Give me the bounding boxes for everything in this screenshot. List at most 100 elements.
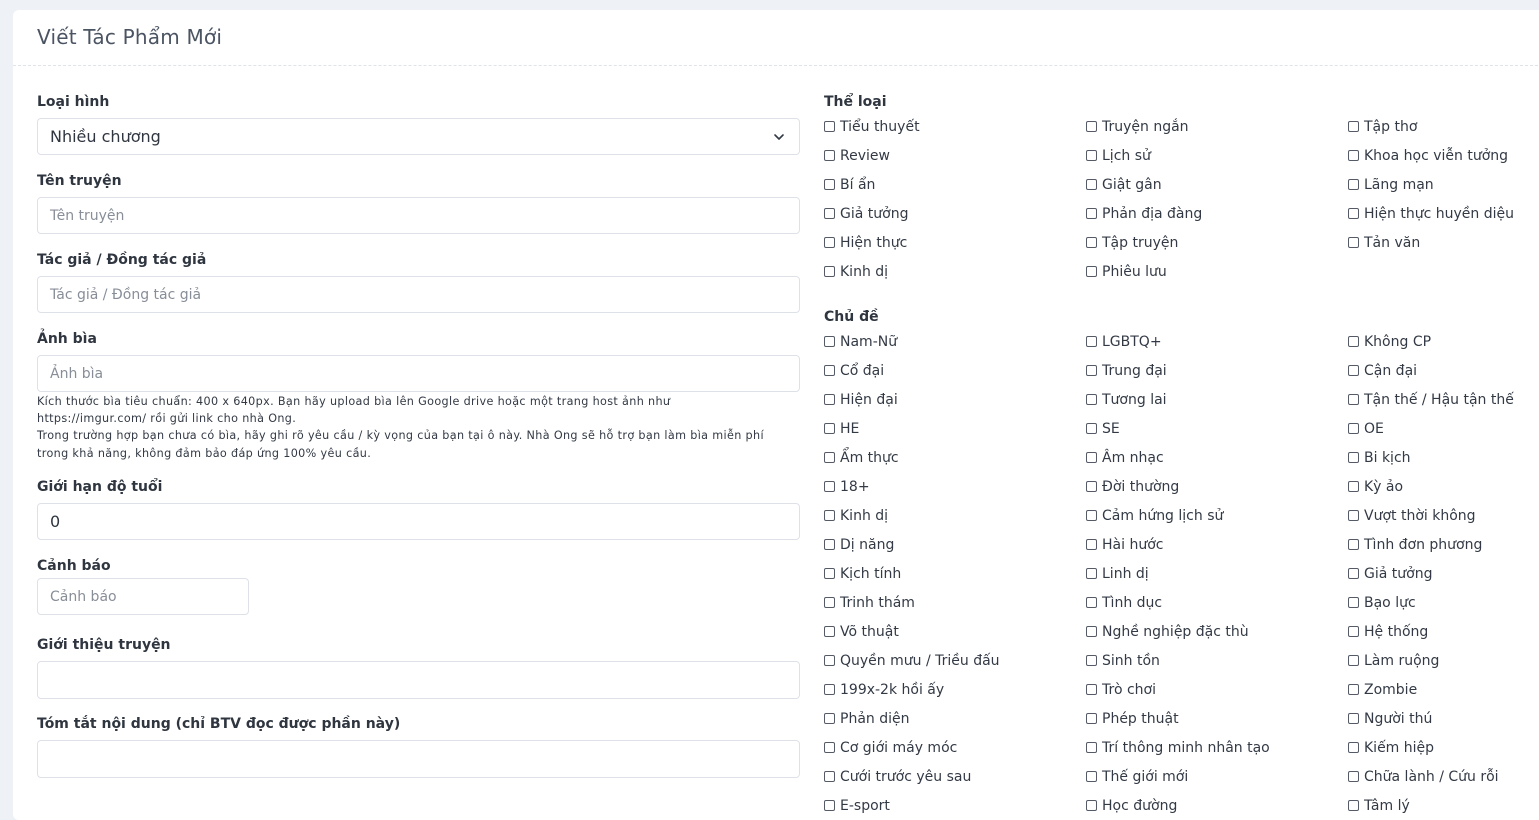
topic-checkbox-item[interactable]: OE <box>1348 421 1384 437</box>
summary-textarea[interactable] <box>37 740 800 778</box>
topic-checkbox-item[interactable]: Trò chơi <box>1086 682 1156 698</box>
genre-checkbox[interactable] <box>1086 207 1097 219</box>
genre-checkbox[interactable] <box>824 149 835 161</box>
topic-checkbox-item[interactable]: Sinh tồn <box>1086 653 1160 669</box>
genre-checkbox[interactable] <box>1348 236 1359 248</box>
story-name-input[interactable]: Tên truyện <box>37 197 800 234</box>
topic-checkbox[interactable] <box>824 625 835 637</box>
topic-checkbox-item[interactable]: HE <box>824 421 859 437</box>
topic-checkbox-item[interactable]: Zombie <box>1348 682 1417 698</box>
topic-checkbox-item[interactable]: 18+ <box>824 479 870 495</box>
topic-checkbox-item[interactable]: Làm ruộng <box>1348 653 1439 669</box>
topic-checkbox[interactable] <box>824 364 835 376</box>
topic-checkbox-item[interactable]: Bạo lực <box>1348 595 1416 611</box>
topic-checkbox-item[interactable]: Không CP <box>1348 334 1431 350</box>
topic-checkbox[interactable] <box>824 393 835 405</box>
warning-input[interactable]: Cảnh báo <box>37 578 249 615</box>
genre-checkbox-item[interactable]: Review <box>824 148 890 164</box>
topic-checkbox-item[interactable]: Võ thuật <box>824 624 899 640</box>
genre-checkbox-item[interactable]: Hiện thực huyền diệu <box>1348 206 1514 222</box>
topic-checkbox[interactable] <box>1086 509 1097 521</box>
genre-checkbox[interactable] <box>824 120 835 132</box>
age-limit-input[interactable]: 0 <box>37 503 800 540</box>
genre-checkbox[interactable] <box>824 207 835 219</box>
genre-checkbox[interactable] <box>1086 265 1097 277</box>
topic-checkbox[interactable] <box>1086 799 1097 811</box>
topic-checkbox[interactable] <box>1086 335 1097 347</box>
topic-checkbox[interactable] <box>1086 480 1097 492</box>
topic-checkbox[interactable] <box>1348 567 1359 579</box>
topic-checkbox[interactable] <box>824 451 835 463</box>
topic-checkbox[interactable] <box>824 712 835 724</box>
topic-checkbox[interactable] <box>1348 422 1359 434</box>
genre-checkbox-item[interactable]: Tản văn <box>1348 235 1420 251</box>
topic-checkbox-item[interactable]: Trí thông minh nhân tạo <box>1086 740 1270 756</box>
genre-checkbox-item[interactable]: Tiểu thuyết <box>824 119 920 135</box>
topic-checkbox-item[interactable]: Quyền mưu / Triều đấu <box>824 653 1000 669</box>
genre-checkbox[interactable] <box>1348 207 1359 219</box>
topic-checkbox-item[interactable]: Cưới trước yêu sau <box>824 769 971 785</box>
topic-checkbox-item[interactable]: Cận đại <box>1348 363 1417 379</box>
genre-checkbox[interactable] <box>824 236 835 248</box>
topic-checkbox-item[interactable]: Nam-Nữ <box>824 334 897 350</box>
topic-checkbox-item[interactable]: Bi kịch <box>1348 450 1411 466</box>
topic-checkbox-item[interactable]: Ẩm thực <box>824 450 899 466</box>
topic-checkbox[interactable] <box>1348 393 1359 405</box>
genre-checkbox-item[interactable]: Phản địa đàng <box>1086 206 1202 222</box>
genre-checkbox[interactable] <box>1086 178 1097 190</box>
topic-checkbox[interactable] <box>1086 770 1097 782</box>
topic-checkbox-item[interactable]: Chữa lành / Cứu rỗi <box>1348 769 1499 785</box>
topic-checkbox-item[interactable]: Hệ thống <box>1348 624 1428 640</box>
cover-input[interactable]: Ảnh bìa <box>37 355 800 392</box>
genre-checkbox[interactable] <box>1086 120 1097 132</box>
topic-checkbox-item[interactable]: Cơ giới máy móc <box>824 740 957 756</box>
topic-checkbox[interactable] <box>824 596 835 608</box>
topic-checkbox[interactable] <box>1348 712 1359 724</box>
genre-checkbox-item[interactable]: Truyện ngắn <box>1086 119 1189 135</box>
topic-checkbox[interactable] <box>824 799 835 811</box>
topic-checkbox-item[interactable]: Kỳ ảo <box>1348 479 1403 495</box>
genre-checkbox-item[interactable]: Khoa học viễn tưởng <box>1348 148 1508 164</box>
topic-checkbox[interactable] <box>1086 364 1097 376</box>
topic-checkbox[interactable] <box>824 538 835 550</box>
type-select[interactable]: Nhiều chương <box>37 118 800 155</box>
topic-checkbox[interactable] <box>1086 654 1097 666</box>
genre-checkbox-item[interactable]: Phiêu lưu <box>1086 264 1167 280</box>
topic-checkbox[interactable] <box>1348 596 1359 608</box>
topic-checkbox-item[interactable]: Cổ đại <box>824 363 884 379</box>
topic-checkbox-item[interactable]: Tình đơn phương <box>1348 537 1482 553</box>
topic-checkbox-item[interactable]: Vượt thời không <box>1348 508 1476 524</box>
topic-checkbox[interactable] <box>1086 596 1097 608</box>
genre-checkbox[interactable] <box>1086 236 1097 248</box>
genre-checkbox-item[interactable]: Bí ẩn <box>824 177 875 193</box>
topic-checkbox-item[interactable]: Người thú <box>1348 711 1432 727</box>
topic-checkbox-item[interactable]: Linh dị <box>1086 566 1149 582</box>
topic-checkbox[interactable] <box>1086 538 1097 550</box>
topic-checkbox[interactable] <box>1348 451 1359 463</box>
topic-checkbox[interactable] <box>824 770 835 782</box>
genre-checkbox[interactable] <box>1086 149 1097 161</box>
genre-checkbox-item[interactable]: Giả tưởng <box>824 206 908 222</box>
topic-checkbox[interactable] <box>1348 538 1359 550</box>
topic-checkbox-item[interactable]: Cảm hứng lịch sử <box>1086 508 1223 524</box>
author-input[interactable]: Tác giả / Đồng tác giả <box>37 276 800 313</box>
genre-checkbox[interactable] <box>1348 149 1359 161</box>
topic-checkbox[interactable] <box>1086 422 1097 434</box>
topic-checkbox[interactable] <box>1348 335 1359 347</box>
topic-checkbox-item[interactable]: Giả tưởng <box>1348 566 1432 582</box>
topic-checkbox-item[interactable]: SE <box>1086 421 1120 437</box>
topic-checkbox[interactable] <box>1348 799 1359 811</box>
topic-checkbox[interactable] <box>1086 683 1097 695</box>
topic-checkbox[interactable] <box>1086 625 1097 637</box>
topic-checkbox-item[interactable]: Dị năng <box>824 537 894 553</box>
topic-checkbox-item[interactable]: Phản diện <box>824 711 909 727</box>
genre-checkbox-item[interactable]: Kinh dị <box>824 264 888 280</box>
topic-checkbox[interactable] <box>824 683 835 695</box>
topic-checkbox-item[interactable]: Kịch tính <box>824 566 901 582</box>
topic-checkbox-item[interactable]: Tương lai <box>1086 392 1167 408</box>
topic-checkbox-item[interactable]: Hiện đại <box>824 392 898 408</box>
intro-textarea[interactable] <box>37 661 800 699</box>
topic-checkbox[interactable] <box>1348 509 1359 521</box>
topic-checkbox[interactable] <box>1086 741 1097 753</box>
topic-checkbox-item[interactable]: Thế giới mới <box>1086 769 1188 785</box>
